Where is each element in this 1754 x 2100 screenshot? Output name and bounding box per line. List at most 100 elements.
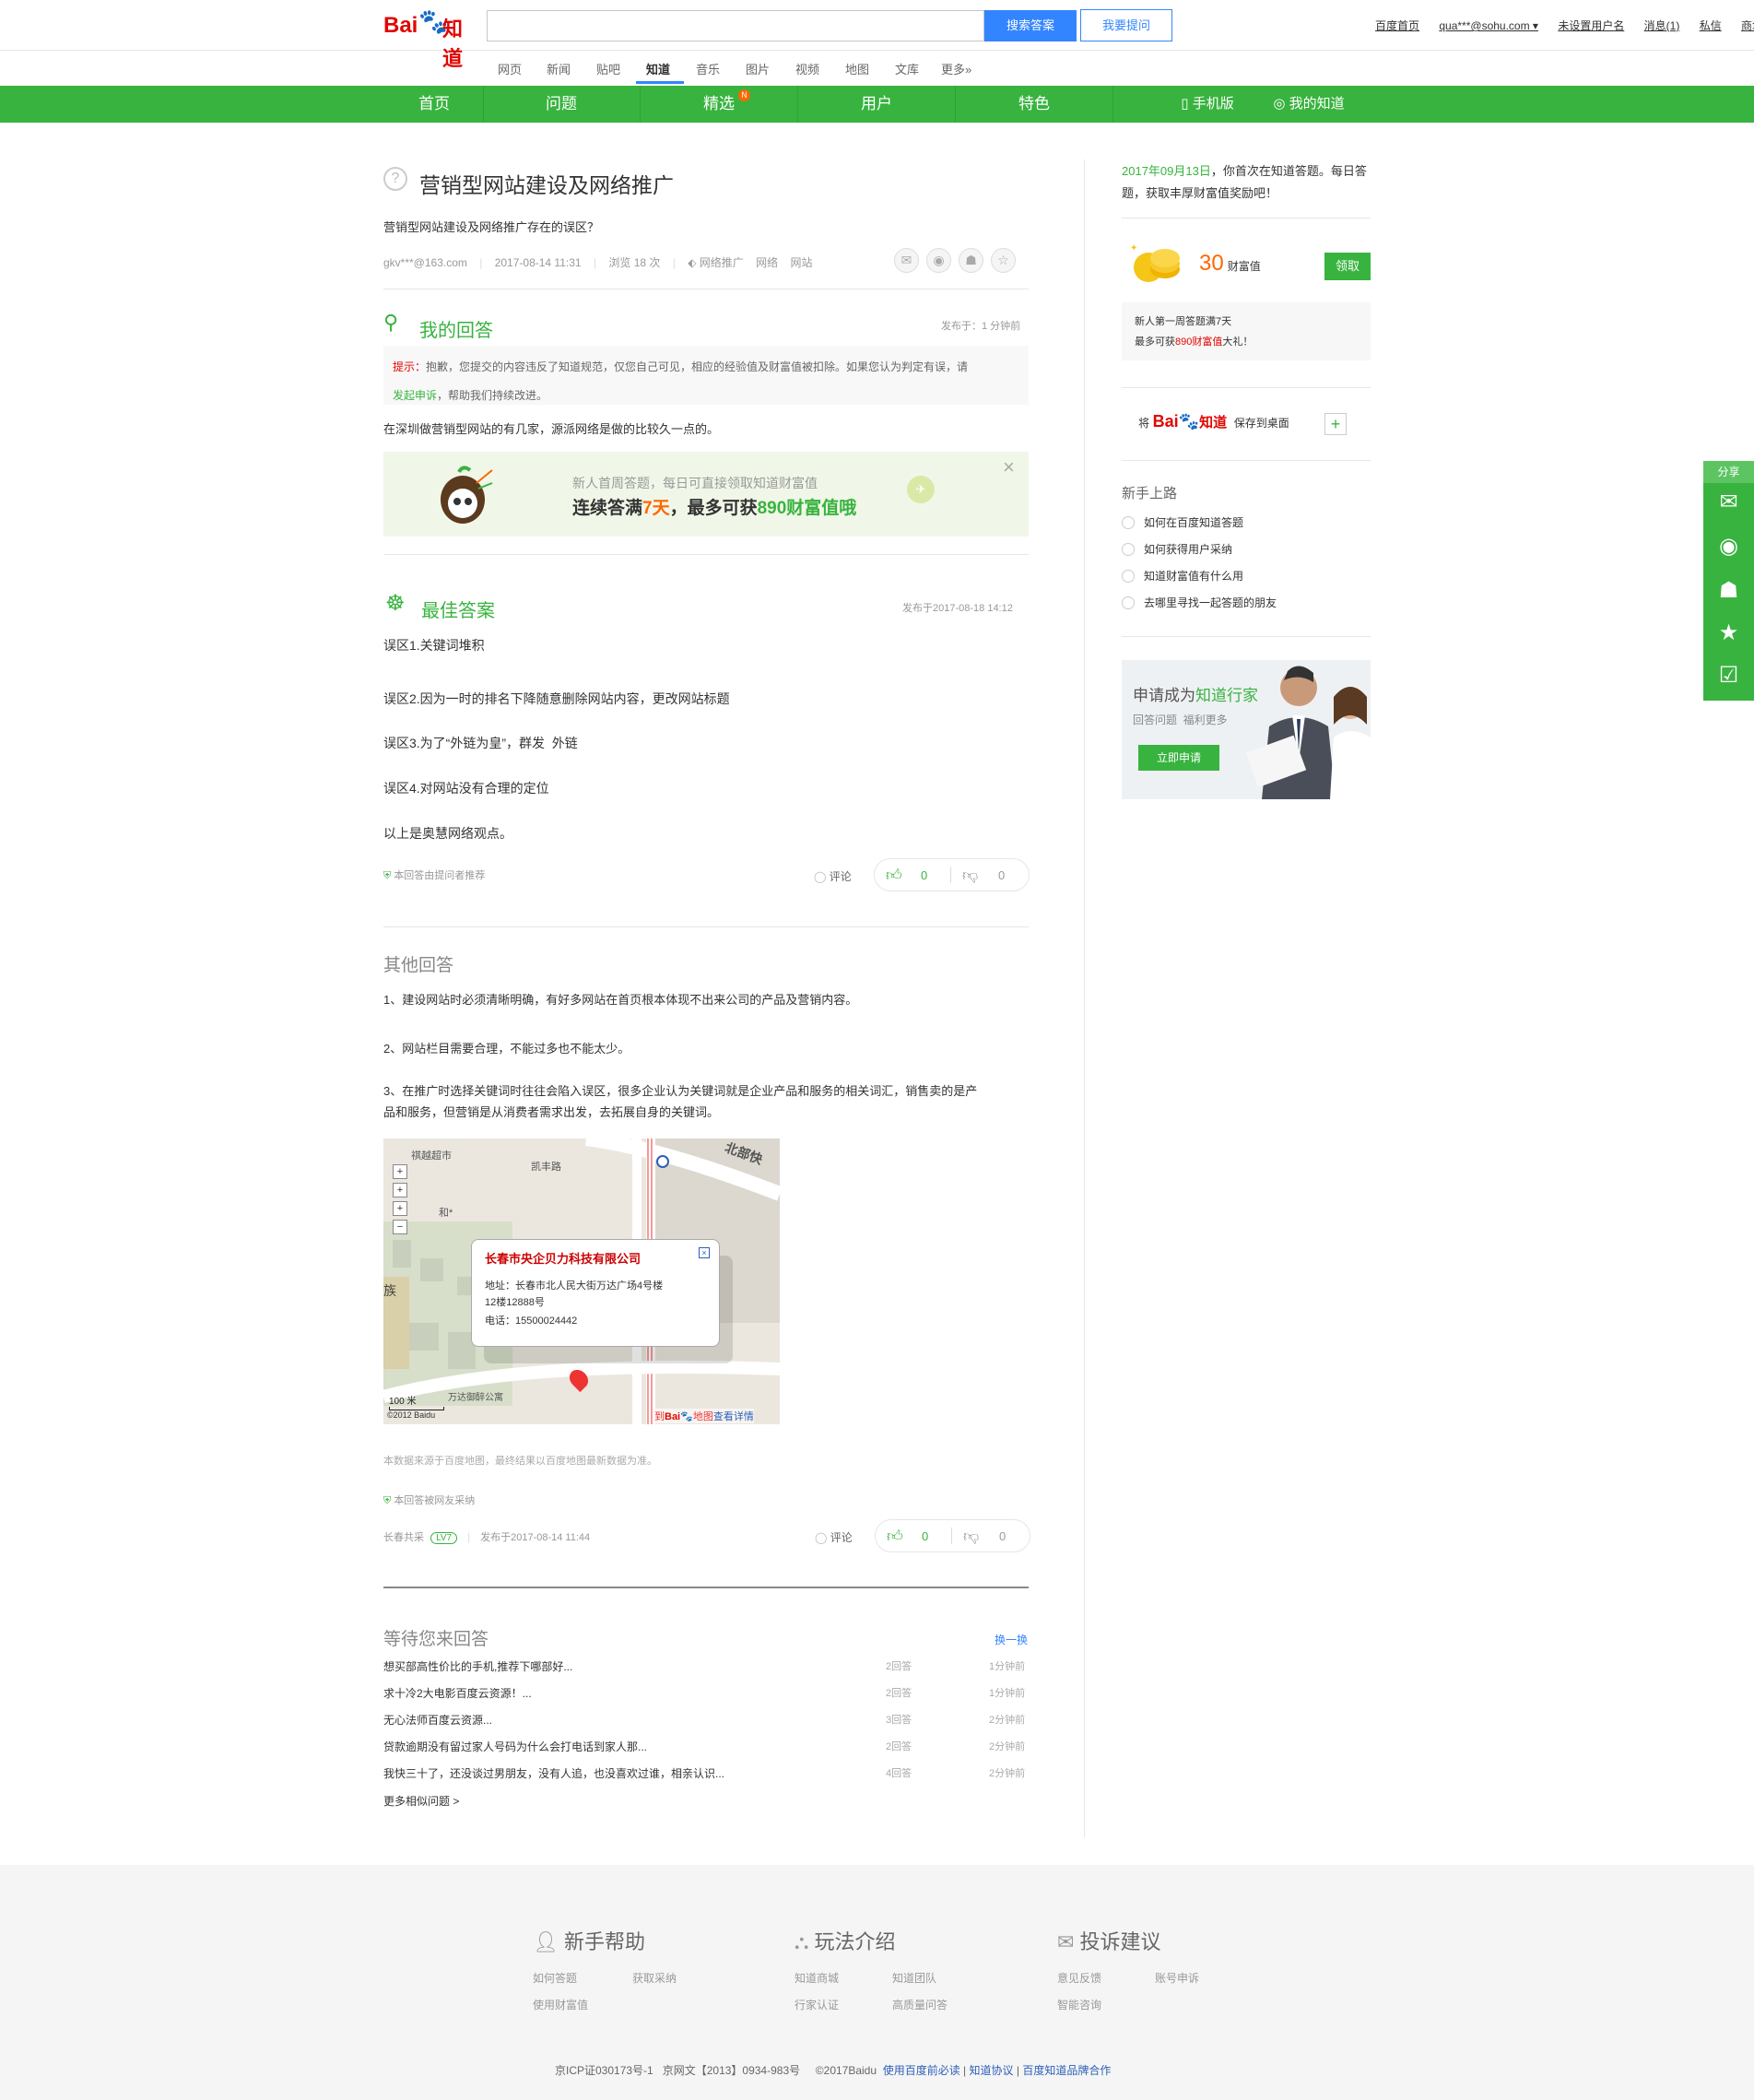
more-similar-link[interactable]: 更多相似问题 > [383,1793,459,1809]
search-input[interactable] [487,10,984,41]
gnav-special[interactable]: 特色 [956,86,1112,123]
footer-link[interactable]: 使用财富值 [533,1997,588,2012]
thumbs-up-icon[interactable]: 👍︎ [887,1527,903,1546]
guide-item[interactable]: 去哪里寻找一起答题的朋友 [1122,595,1277,610]
medal-icon: ☸ [385,591,406,616]
baidu-map[interactable]: + + + − 祺越超市 凯丰路 北部快 族 和* 万达御醉公寓 长春市央企贝力… [383,1138,780,1424]
table-row[interactable]: 我快三十了，还没谈过男朋友，没有人追，也没喜欢过谁，相亲认识... 4回答 2分钟前 [383,1765,1029,1784]
nav-tieba[interactable]: 贴吧 [596,60,620,77]
answerer-name[interactable]: 长春共采 [383,1532,424,1543]
table-row[interactable]: 求十冷2大电影百度云资源！... 2回答 1分钟前 [383,1685,1029,1704]
link-username[interactable]: 未设置用户名 [1558,19,1624,32]
wechat-share-icon[interactable]: ✉ [894,248,919,273]
nav-map[interactable]: 地图 [845,60,869,77]
qq-icon[interactable]: ☗ [1703,577,1754,604]
gnav-mobile[interactable]: ▯ 手机版 [1171,86,1244,123]
asker-name[interactable]: gkv***@163.com [383,256,467,269]
qq-share-icon[interactable]: ☗ [959,248,983,273]
footer-link[interactable]: 知道商城 [795,1970,839,1986]
nav-video[interactable]: 视频 [795,60,819,77]
nav-web[interactable]: 网页 [498,60,522,77]
nav-zhidao[interactable]: 知道 [646,60,670,77]
weibo-icon[interactable]: ◉ [1703,533,1754,560]
gnav-my-zhidao[interactable]: ◎ 我的知道 [1263,86,1355,123]
zoom-controls[interactable]: + + + − [393,1164,409,1256]
baidu-zhidao-logo[interactable]: Bai 🐾 知道 [383,7,479,71]
tag[interactable]: 网络推广 [700,256,744,269]
comment-button[interactable]: ◯ 评论 [814,868,852,884]
guide-item[interactable]: 知道财富值有什么用 [1122,568,1243,584]
footer-link[interactable]: 知道团队 [892,1970,936,1986]
gnav-questions[interactable]: 问题 [484,86,639,123]
tag[interactable]: 网站 [791,256,813,269]
nav-music[interactable]: 音乐 [696,60,720,77]
thumbs-down-icon[interactable]: 👎︎ [962,866,978,885]
expert-apply-card[interactable]: 申请成为知道行家 回答问题 福利更多 立即申请 [1122,660,1371,799]
footer-legal-link[interactable]: 百度知道品牌合作 [1022,2064,1111,2077]
nav-more[interactable]: 更多» [941,60,971,77]
table-row[interactable]: 无心法师百度云资源... 3回答 2分钟前 [383,1712,1029,1730]
guide-item[interactable]: 如何在百度知道答题 [1122,514,1243,530]
footer-link[interactable]: 智能咨询 [1057,1997,1101,2012]
tag[interactable]: 网络 [756,256,778,269]
footer-link[interactable]: 账号申诉 [1155,1970,1199,1986]
nav-news[interactable]: 新闻 [547,60,571,77]
footer-link[interactable]: 高质量问答 [892,1997,948,2012]
gnav-featured[interactable]: 精选 N [641,86,797,123]
plus-icon[interactable]: + [1324,413,1347,435]
claim-button[interactable]: 领取 [1324,253,1371,280]
waiting-question[interactable]: 贷款逾期没有留过家人号码为什么会打电话到家人那... [383,1739,647,1754]
nav-wenku[interactable]: 文库 [895,60,919,77]
guide-item[interactable]: 如何获得用户采纳 [1122,541,1232,557]
question-meta: gkv***@163.com | 2017-08-14 11:31 | 浏览 1… [383,256,813,269]
link-mall[interactable]: 商城 [1741,19,1754,32]
footer-link[interactable]: 获取采纳 [632,1970,677,1986]
nav-images[interactable]: 图片 [746,60,770,77]
footer-link[interactable]: 意见反馈 [1057,1970,1101,1986]
weibo-share-icon[interactable]: ◉ [926,248,951,273]
divider [1122,460,1371,461]
refresh-link[interactable]: 换一换 [995,1632,1028,1647]
ask-question-button[interactable]: 我要提问 [1080,9,1172,41]
close-icon[interactable]: × [699,1247,710,1258]
favorite-star-icon[interactable]: ★ [1703,619,1754,646]
newbie-banner[interactable]: 新人首周答题，每日可直接领取知道财富值 连续答满7天，最多可获890财富值哦 ✈… [383,452,1029,537]
link-messages[interactable]: 消息(1) [1644,19,1680,32]
waiting-question[interactable]: 求十冷2大电影百度云资源！... [383,1685,532,1701]
gnav-home[interactable]: 首页 [383,86,485,123]
waiting-question[interactable]: 无心法师百度云资源... [383,1712,492,1728]
other-answers-heading: 其他回答 [383,956,454,975]
table-row[interactable]: 想买部高性价比的手机,推荐下哪部好... 2回答 1分钟前 [383,1658,1029,1677]
business-people-image [1242,660,1371,799]
map-addr: 12楼12888号 [485,1297,545,1308]
link-user-account[interactable]: qua***@sohu.com ▾ [1439,19,1538,32]
apply-now-button[interactable]: 立即申请 [1138,745,1219,771]
save-to-desktop[interactable]: 将 Bai🐾知道 保存到桌面 [1138,412,1332,440]
gnav-users[interactable]: 用户 [798,86,955,123]
thumbs-up-icon[interactable]: 👍︎ [886,866,902,885]
footer-legal-link[interactable]: 知道协议 [970,2064,1014,2077]
map-detail-link[interactable]: 到Bai🐾地图查看详情 [654,1409,754,1423]
question-age: 1分钟前 [989,1688,1026,1699]
other-line: 3、在推广时选择关键词时往往会陷入误区，很多企业认为关键词就是企业产品和服务的相… [383,1084,978,1098]
appeal-link[interactable]: 发起申诉 [393,389,437,402]
footer-link[interactable]: 如何答题 [533,1970,577,1986]
clipboard-check-icon[interactable]: ☑ [1703,662,1754,689]
map-company[interactable]: 长春市央企贝力科技有限公司 [485,1249,706,1267]
favorite-star-icon[interactable]: ☆ [991,248,1016,273]
thumbs-down-icon[interactable]: 👎︎ [963,1527,979,1546]
link-baidu-home[interactable]: 百度首页 [1375,19,1419,32]
circle-icon [1122,516,1135,529]
waiting-question[interactable]: 我快三十了，还没谈过男朋友，没有人追，也没喜欢过谁，相亲认识... [383,1765,724,1781]
link-private-msg[interactable]: 私信 [1700,19,1722,32]
footer-link[interactable]: 行家认证 [795,1997,839,2012]
divider [1122,387,1371,388]
search-answer-button[interactable]: 搜索答案 [984,10,1077,41]
map-label: 祺越超市 [411,1150,452,1162]
comment-button[interactable]: ◯ 评论 [815,1529,853,1545]
waiting-question[interactable]: 想买部高性价比的手机,推荐下哪部好... [383,1658,572,1674]
table-row[interactable]: 贷款逾期没有留过家人号码为什么会打电话到家人那... 2回答 2分钟前 [383,1739,1029,1757]
close-icon[interactable]: × [1003,455,1015,479]
wechat-icon[interactable]: ✉ [1703,489,1754,515]
footer-legal-link[interactable]: 使用百度前必读 [883,2064,960,2077]
